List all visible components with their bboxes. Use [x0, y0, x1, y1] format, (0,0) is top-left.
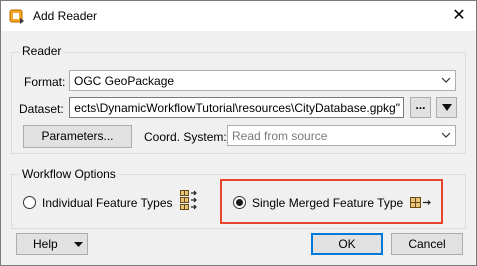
dataset-field[interactable]: ects\DynamicWorkflowTutorial\resources\C…: [69, 97, 404, 118]
format-label: Format:: [24, 75, 66, 89]
individual-feature-types-radio[interactable]: [23, 196, 36, 209]
single-merged-feature-type-radio[interactable]: [233, 196, 246, 209]
add-reader-dialog: Add Reader ✕ Reader Format: OGC GeoPacka…: [0, 0, 477, 266]
ok-label: OK: [338, 237, 356, 251]
single-merged-feature-type-label: Single Merged Feature Type: [252, 196, 404, 210]
fme-workbench-icon: [9, 9, 24, 24]
multi-table-icon: [180, 190, 197, 210]
close-button[interactable]: ✕: [442, 1, 476, 31]
coord-system-dropdown[interactable]: Read from source: [227, 125, 456, 146]
reader-group-label: Reader: [19, 44, 65, 58]
chevron-down-icon: [441, 132, 451, 138]
triangle-down-icon: [74, 242, 83, 247]
format-dropdown[interactable]: OGC GeoPackage: [69, 70, 456, 91]
browse-label: ...: [415, 98, 426, 112]
merge-table-icon: [410, 197, 431, 208]
dataset-value: ects\DynamicWorkflowTutorial\resources\C…: [74, 101, 400, 115]
ok-button[interactable]: OK: [311, 233, 383, 255]
browse-button[interactable]: ...: [410, 97, 431, 118]
individual-feature-types-label: Individual Feature Types: [42, 196, 173, 210]
parameters-button[interactable]: Parameters...: [23, 125, 132, 148]
window-title: Add Reader: [33, 9, 98, 23]
help-button[interactable]: Help: [16, 233, 88, 255]
cancel-button[interactable]: Cancel: [391, 233, 463, 255]
triangle-down-icon: [442, 104, 452, 111]
workflow-options-label: Workflow Options: [19, 167, 119, 181]
format-value: OGC GeoPackage: [74, 74, 175, 88]
dataset-label: Dataset:: [19, 102, 64, 116]
help-label: Help: [33, 237, 58, 251]
parameters-label: Parameters...: [41, 129, 114, 143]
coord-system-placeholder: Read from source: [232, 129, 328, 143]
dataset-options-button[interactable]: [436, 97, 457, 118]
chevron-down-icon: [441, 77, 451, 83]
title-bar: Add Reader ✕: [1, 1, 476, 31]
close-icon: ✕: [452, 7, 466, 24]
cancel-label: Cancel: [408, 237, 446, 251]
coord-system-label: Coord. System:: [144, 130, 227, 144]
